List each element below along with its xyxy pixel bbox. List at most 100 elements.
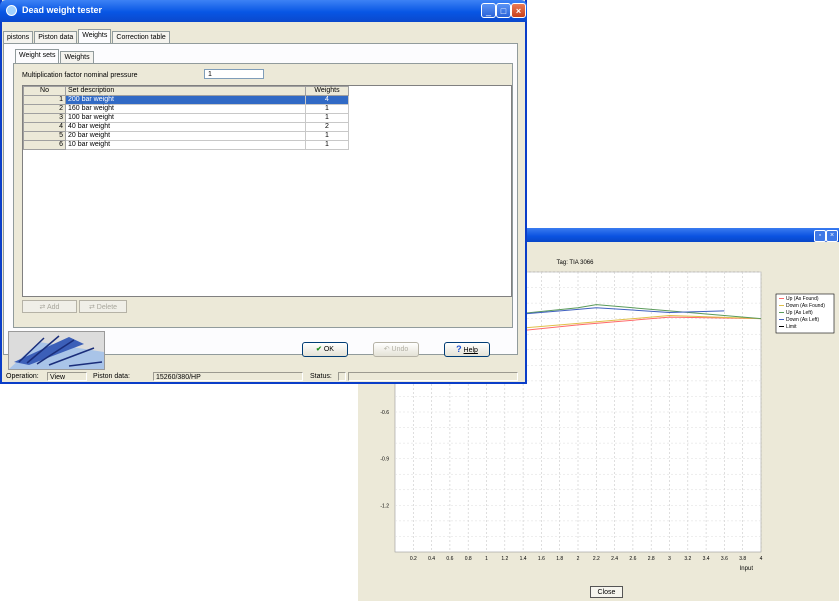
row-number: 1: [23, 95, 66, 105]
table-row[interactable]: 5 20 bar weight 1: [23, 131, 349, 141]
piston-data-value: 15260/380/HP: [153, 372, 303, 381]
table-row[interactable]: 4 40 bar weight 2: [23, 122, 349, 132]
table-row[interactable]: 2 160 bar weight 1: [23, 104, 349, 114]
x-tick-label: 0.8: [465, 556, 472, 562]
x-tick-label: 1: [485, 556, 488, 562]
tab-weights[interactable]: Weights: [78, 29, 112, 43]
tab-weight-sets[interactable]: Weight sets: [15, 49, 60, 63]
y-tick-label: -0.9: [380, 457, 389, 463]
table-row[interactable]: 3 100 bar weight 1: [23, 113, 349, 123]
delete-button[interactable]: ⇄ Delete: [79, 300, 127, 313]
row-number: 4: [23, 122, 66, 132]
x-tick-label: 2.4: [611, 556, 618, 562]
ok-button[interactable]: ✔ OK: [302, 342, 348, 357]
row-number: 5: [23, 131, 66, 141]
gauge-logo: [8, 331, 105, 370]
x-tick-label: 1.8: [556, 556, 563, 562]
weights-cell[interactable]: 1: [305, 104, 349, 114]
window-titlebar: Dead weight tester _ □ ×: [0, 0, 527, 22]
status-bar: Operation: View Piston data: 15260/380/H…: [3, 371, 521, 382]
tab-weights-sub[interactable]: Weights: [60, 51, 94, 63]
legend-entry: Limit: [786, 324, 797, 330]
tab-pistons[interactable]: pistons: [3, 31, 34, 43]
tab-correction-table[interactable]: Correction table: [112, 31, 170, 43]
maximize-icon[interactable]: □: [496, 3, 511, 18]
y-tick-label: -0.6: [380, 410, 389, 416]
close-icon[interactable]: ×: [826, 230, 838, 242]
help-button-label: Help: [463, 347, 478, 354]
y-tick-label: -1.2: [380, 503, 389, 509]
window-title: Dead weight tester: [22, 5, 103, 15]
x-tick-label: 4: [760, 556, 763, 562]
x-tick-label: 0.4: [428, 556, 435, 562]
operation-value: View: [47, 372, 87, 381]
legend-entry: Down (As Found): [786, 303, 825, 309]
check-icon: ✔: [316, 346, 322, 353]
set-description-cell[interactable]: 10 bar weight: [65, 140, 306, 150]
app-icon: [6, 5, 17, 16]
x-tick-label: 1.6: [538, 556, 545, 562]
ok-button-label: OK: [323, 346, 334, 353]
table-row[interactable]: 6 10 bar weight 1: [23, 140, 349, 150]
x-tick-label: 0.6: [446, 556, 453, 562]
legend-entry: Up (As Left): [786, 310, 813, 316]
restore-icon[interactable]: ▫: [814, 230, 826, 242]
row-number: 3: [23, 113, 66, 123]
delete-icon: ⇄: [88, 304, 95, 311]
set-description-cell[interactable]: 160 bar weight: [65, 104, 306, 114]
legend-entry: Down (As Left): [786, 317, 819, 323]
x-axis-label: Input: [740, 566, 754, 572]
chart-title: Tag: TIA 3066: [557, 260, 595, 266]
x-tick-label: 1.4: [520, 556, 527, 562]
status-label: Status:: [310, 373, 332, 380]
chart-legend: Up (As Found)Down (As Found)Up (As Left)…: [775, 293, 835, 334]
weights-cell[interactable]: 2: [305, 122, 349, 132]
undo-button-label: Undo: [391, 346, 409, 353]
x-tick-label: 1.2: [501, 556, 508, 562]
weights-cell[interactable]: 1: [305, 131, 349, 141]
sub-tabs: Weight sets Weights: [15, 49, 95, 63]
x-tick-label: 0.2: [410, 556, 417, 562]
operation-label: Operation:: [6, 373, 39, 380]
add-button-label: Add: [46, 304, 60, 311]
column-header-weights[interactable]: Weights: [305, 86, 349, 96]
piston-data-label: Piston data:: [93, 373, 130, 380]
column-header-set-description[interactable]: Set description: [65, 86, 306, 96]
tab-piston-data[interactable]: Piston data: [34, 31, 78, 43]
minimize-icon[interactable]: _: [481, 3, 496, 18]
close-icon[interactable]: ×: [511, 3, 526, 18]
row-number: 2: [23, 104, 66, 114]
row-number: 6: [23, 140, 66, 150]
help-button[interactable]: ? Help: [444, 342, 490, 357]
weight-sets-table: No Set description Weights 1 200 bar wei…: [22, 85, 512, 297]
x-tick-label: 3.8: [739, 556, 746, 562]
multiplication-factor-input[interactable]: [204, 69, 264, 79]
weights-cell[interactable]: 1: [305, 140, 349, 150]
multiplication-factor-label: Multiplication factor nominal pressure: [22, 72, 138, 79]
column-header-no[interactable]: No: [23, 86, 66, 96]
status-panel: [348, 372, 518, 381]
set-description-cell[interactable]: 100 bar weight: [65, 113, 306, 123]
main-tabs: pistons Piston data Weights Correction t…: [3, 29, 171, 43]
help-icon: ?: [456, 344, 462, 354]
x-tick-label: 2.2: [593, 556, 600, 562]
undo-button[interactable]: ↶ Undo: [373, 342, 419, 357]
set-description-cell[interactable]: 200 bar weight: [65, 95, 306, 105]
set-description-cell[interactable]: 40 bar weight: [65, 122, 306, 132]
x-tick-label: 3.6: [721, 556, 728, 562]
set-description-cell[interactable]: 20 bar weight: [65, 131, 306, 141]
x-tick-label: 2.8: [648, 556, 655, 562]
table-row[interactable]: 1 200 bar weight 4: [23, 95, 349, 105]
x-tick-label: 3: [668, 556, 671, 562]
close-button[interactable]: Close: [590, 586, 623, 598]
status-value: [338, 372, 346, 381]
add-icon: ⇄: [39, 304, 46, 311]
delete-button-label: Delete: [96, 304, 118, 311]
weights-cell[interactable]: 4: [305, 95, 349, 105]
add-button[interactable]: ⇄ Add: [22, 300, 77, 313]
x-tick-label: 2.6: [629, 556, 636, 562]
legend-entry: Up (As Found): [786, 296, 819, 302]
x-tick-label: 3.4: [703, 556, 710, 562]
weights-cell[interactable]: 1: [305, 113, 349, 123]
undo-icon: ↶: [383, 346, 390, 353]
